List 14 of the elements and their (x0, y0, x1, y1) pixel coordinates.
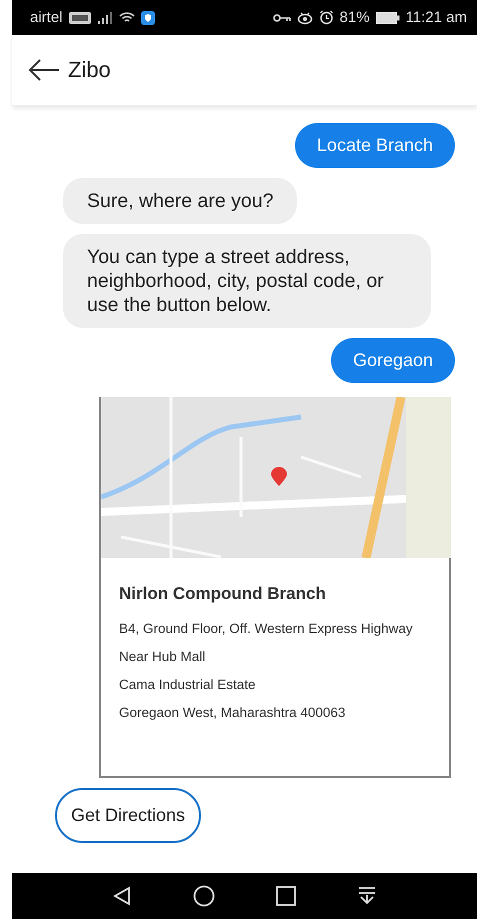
address-line: Goregaon West, Maharashtra 400063 (119, 705, 346, 720)
get-directions-button[interactable]: Get Directions (55, 788, 202, 843)
chat-title: Zibo (68, 57, 111, 83)
carrier-name: airtel (30, 9, 63, 26)
battery-percent: 81% (340, 9, 370, 26)
branch-name: Nirlon Compound Branch (119, 584, 327, 604)
user-message: Goregaon (330, 338, 455, 383)
address-line: Cama Industrial Estate (119, 677, 257, 692)
bot-message: Sure, where are you? (63, 178, 298, 224)
address-line: Near Hub Mall (119, 649, 206, 664)
address-line: B4, Ground Floor, Off. Western Express Highway (119, 621, 414, 636)
user-message: Locate Branch (294, 123, 455, 168)
clock-time: 11:21 am (406, 9, 467, 26)
bot-message: You can type a street address, neighborhood, city, postal code, or use the button below. (63, 234, 431, 328)
